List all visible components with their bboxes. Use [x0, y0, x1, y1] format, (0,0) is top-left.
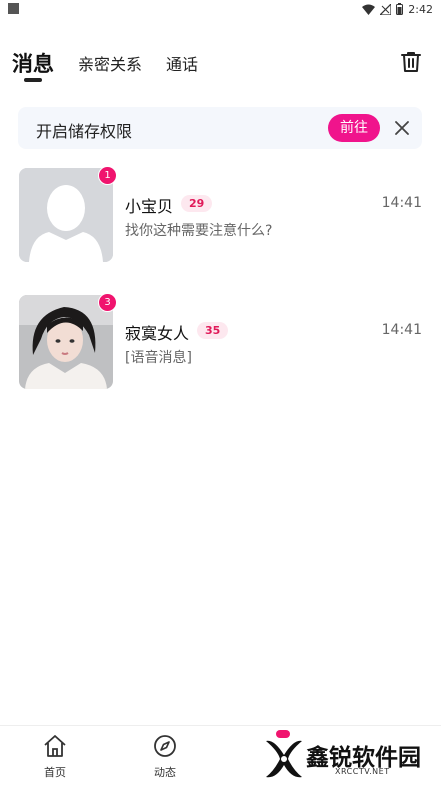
unread-badge: 3	[98, 293, 117, 312]
age-badge: 35	[197, 322, 229, 339]
message-time: 14:41	[381, 322, 422, 338]
message-time: 14:41	[381, 195, 422, 211]
compass-icon	[154, 735, 176, 757]
age-badge: 29	[181, 195, 213, 212]
active-tab-indicator	[24, 78, 42, 82]
banner-text: 开启储存权限	[36, 122, 133, 141]
unread-badge: 1	[98, 166, 117, 185]
go-button[interactable]: 前往	[328, 114, 380, 142]
watermark-subtext: XRCCTV.NET	[335, 767, 390, 776]
avatar	[19, 168, 113, 262]
battery-icon	[396, 3, 404, 15]
contact-name: 寂寞女人	[125, 324, 190, 343]
contact-name: 小宝贝	[125, 197, 174, 216]
close-icon[interactable]	[393, 119, 411, 137]
avatar	[19, 295, 113, 389]
nav-moments-label: 动态	[154, 766, 176, 779]
nav-moments[interactable]: 动态	[135, 734, 195, 780]
permission-banner: 开启储存权限 前往	[18, 107, 422, 149]
notification-icon	[8, 3, 19, 14]
watermark-logo: 鑫锐软件园 XRCCTV.NET	[264, 735, 441, 784]
status-bar: 2:42	[0, 0, 441, 18]
message-preview: 找你这种需要注意什么?	[125, 223, 273, 239]
wifi-icon	[362, 4, 376, 15]
conversation-item[interactable]: 3 寂寞女人 35 14:41 [语音消息]	[0, 293, 441, 395]
home-icon	[44, 735, 66, 757]
default-avatar-icon	[19, 168, 113, 262]
nav-home[interactable]: 首页	[25, 734, 85, 780]
tab-messages[interactable]: 消息	[12, 48, 54, 78]
signal-icon	[380, 3, 392, 15]
trash-icon[interactable]	[399, 50, 423, 74]
clock: 2:42	[408, 2, 433, 16]
tab-calls[interactable]: 通话	[166, 51, 198, 75]
x-logo-icon	[266, 740, 302, 778]
nav-home-label: 首页	[44, 766, 66, 779]
message-preview: [语音消息]	[125, 350, 192, 366]
tab-intimacy[interactable]: 亲密关系	[78, 51, 142, 75]
conversation-item[interactable]: 1 小宝贝 29 14:41 找你这种需要注意什么?	[0, 166, 441, 268]
user-photo	[19, 295, 113, 389]
top-tabs: 消息 亲密关系 通话	[0, 45, 441, 85]
